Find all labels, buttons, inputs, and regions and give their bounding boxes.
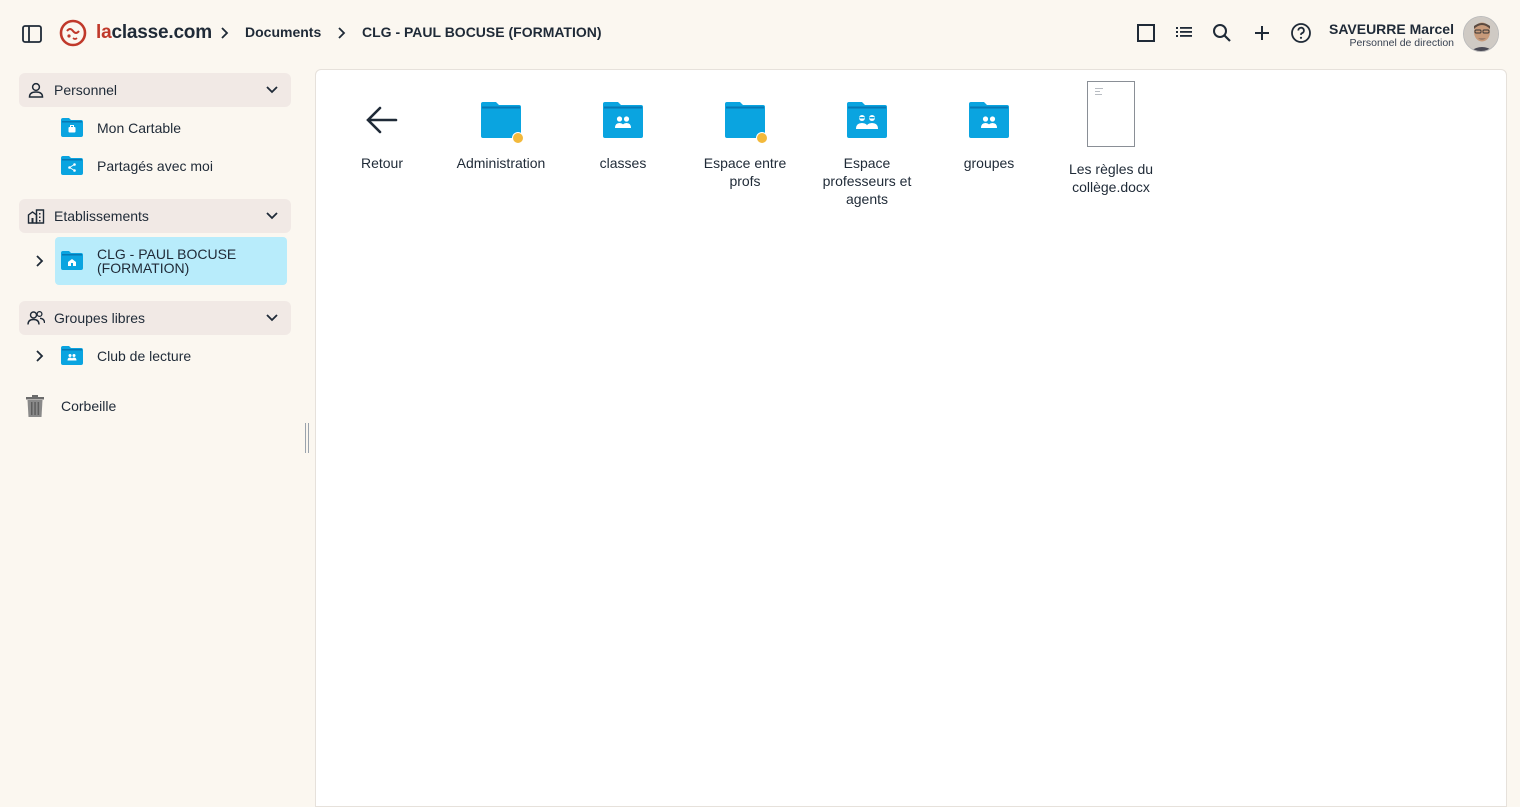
badge-dot bbox=[512, 132, 524, 144]
chevron-right-icon bbox=[338, 27, 346, 39]
chevron-down-icon bbox=[266, 314, 278, 322]
tile-label: Espace professeurs et agents bbox=[822, 155, 912, 207]
tile-label: Retour bbox=[360, 155, 404, 171]
folder-icon bbox=[479, 98, 524, 144]
add-icon[interactable] bbox=[1250, 21, 1274, 45]
tile-label: Les règles du collège.docx bbox=[1068, 161, 1154, 195]
sidebar-item-label: Club de lecture bbox=[97, 348, 192, 364]
tile-label: Espace entre profs bbox=[703, 155, 787, 189]
user-info[interactable]: SAVEURRE Marcel Personnel de direction bbox=[1329, 21, 1454, 49]
grid-view-icon[interactable] bbox=[1134, 21, 1158, 45]
chevron-right-icon[interactable] bbox=[32, 349, 46, 363]
sidebar-item-label: Corbeille bbox=[61, 398, 117, 414]
sidebar-item-corbeille[interactable]: Corbeille bbox=[24, 394, 174, 420]
users-icon bbox=[27, 310, 45, 325]
group-folder-icon bbox=[61, 346, 83, 365]
shared-folder-icon bbox=[61, 156, 83, 175]
breadcrumb-current[interactable]: CLG - PAUL BOCUSE (FORMATION) bbox=[362, 24, 602, 40]
briefcase-folder-icon bbox=[61, 118, 83, 137]
sidebar-toggle-icon[interactable] bbox=[20, 22, 44, 46]
logo[interactable]: laclasse.com bbox=[58, 17, 212, 49]
sidebar-item-club-de-lecture[interactable]: Club de lecture bbox=[61, 341, 281, 371]
arrow-left-icon bbox=[366, 106, 398, 134]
breadcrumb-documents[interactable]: Documents bbox=[245, 24, 321, 40]
section-groupes-libres[interactable]: Groupes libres bbox=[19, 301, 291, 335]
sidebar-item-label: CLG - PAUL BOCUSE (FORMATION) bbox=[97, 246, 237, 276]
sidebar-item-label: Partagés avec moi bbox=[97, 158, 213, 174]
user-role: Personnel de direction bbox=[1349, 37, 1454, 49]
top-bar: laclasse.com Documents CLG - PAUL BOCUSE… bbox=[0, 0, 1520, 66]
search-icon[interactable] bbox=[1210, 21, 1234, 45]
chevron-right-icon[interactable] bbox=[32, 254, 46, 268]
sidebar: Personnel Mon Cartable Partagés avec moi bbox=[0, 66, 305, 807]
tile-label: Administration bbox=[456, 155, 546, 171]
logo-text: laclasse.com bbox=[96, 22, 212, 43]
sidebar-resize-handle[interactable] bbox=[305, 423, 311, 453]
file-browser: Retour Administration classes Espace ent… bbox=[315, 69, 1507, 807]
user-name: SAVEURRE Marcel bbox=[1328, 21, 1454, 37]
list-view-icon[interactable] bbox=[1172, 21, 1196, 45]
school-folder-icon bbox=[61, 251, 83, 270]
document-file-icon bbox=[1087, 81, 1135, 147]
sidebar-item-clg-paul-bocuse[interactable]: CLG - PAUL BOCUSE (FORMATION) bbox=[55, 237, 287, 285]
section-etablissements[interactable]: Etablissements bbox=[19, 199, 291, 233]
chevron-down-icon bbox=[266, 86, 278, 94]
tile-label: groupes bbox=[963, 155, 1015, 171]
logo-icon bbox=[59, 19, 87, 47]
badge-dot bbox=[756, 132, 768, 144]
avatar[interactable] bbox=[1463, 16, 1499, 52]
avatar-icon bbox=[1464, 17, 1498, 51]
folder-tile[interactable]: Administration bbox=[446, 98, 556, 172]
section-etablissements-label: Etablissements bbox=[54, 208, 149, 224]
group-folder-icon bbox=[969, 102, 1009, 138]
sidebar-item-mon-cartable[interactable]: Mon Cartable bbox=[61, 113, 281, 143]
tile-label: classes bbox=[599, 155, 647, 171]
teachers-folder-icon bbox=[847, 102, 887, 138]
sidebar-item-partages[interactable]: Partagés avec moi bbox=[61, 151, 281, 181]
folder-tile[interactable]: groupes bbox=[934, 98, 1044, 172]
back-tile[interactable]: Retour bbox=[327, 98, 437, 172]
section-groupes-libres-label: Groupes libres bbox=[54, 310, 146, 326]
section-personnel[interactable]: Personnel bbox=[19, 73, 291, 107]
buildings-icon bbox=[27, 209, 45, 224]
folder-tile[interactable]: Espace entre profs bbox=[690, 98, 800, 190]
section-personnel-label: Personnel bbox=[54, 82, 118, 98]
sidebar-item-label: Mon Cartable bbox=[97, 120, 182, 136]
chevron-down-icon bbox=[266, 212, 278, 220]
group-folder-icon bbox=[603, 102, 643, 138]
folder-tile[interactable]: Espace professeurs et agents bbox=[812, 98, 922, 208]
chevron-right-icon bbox=[221, 27, 229, 39]
folder-icon bbox=[723, 98, 768, 144]
trash-icon bbox=[26, 395, 44, 417]
file-tile[interactable]: Les règles du collège.docx bbox=[1056, 81, 1166, 196]
help-icon[interactable] bbox=[1289, 21, 1313, 45]
folder-tile[interactable]: classes bbox=[568, 98, 678, 172]
user-icon bbox=[28, 82, 44, 98]
